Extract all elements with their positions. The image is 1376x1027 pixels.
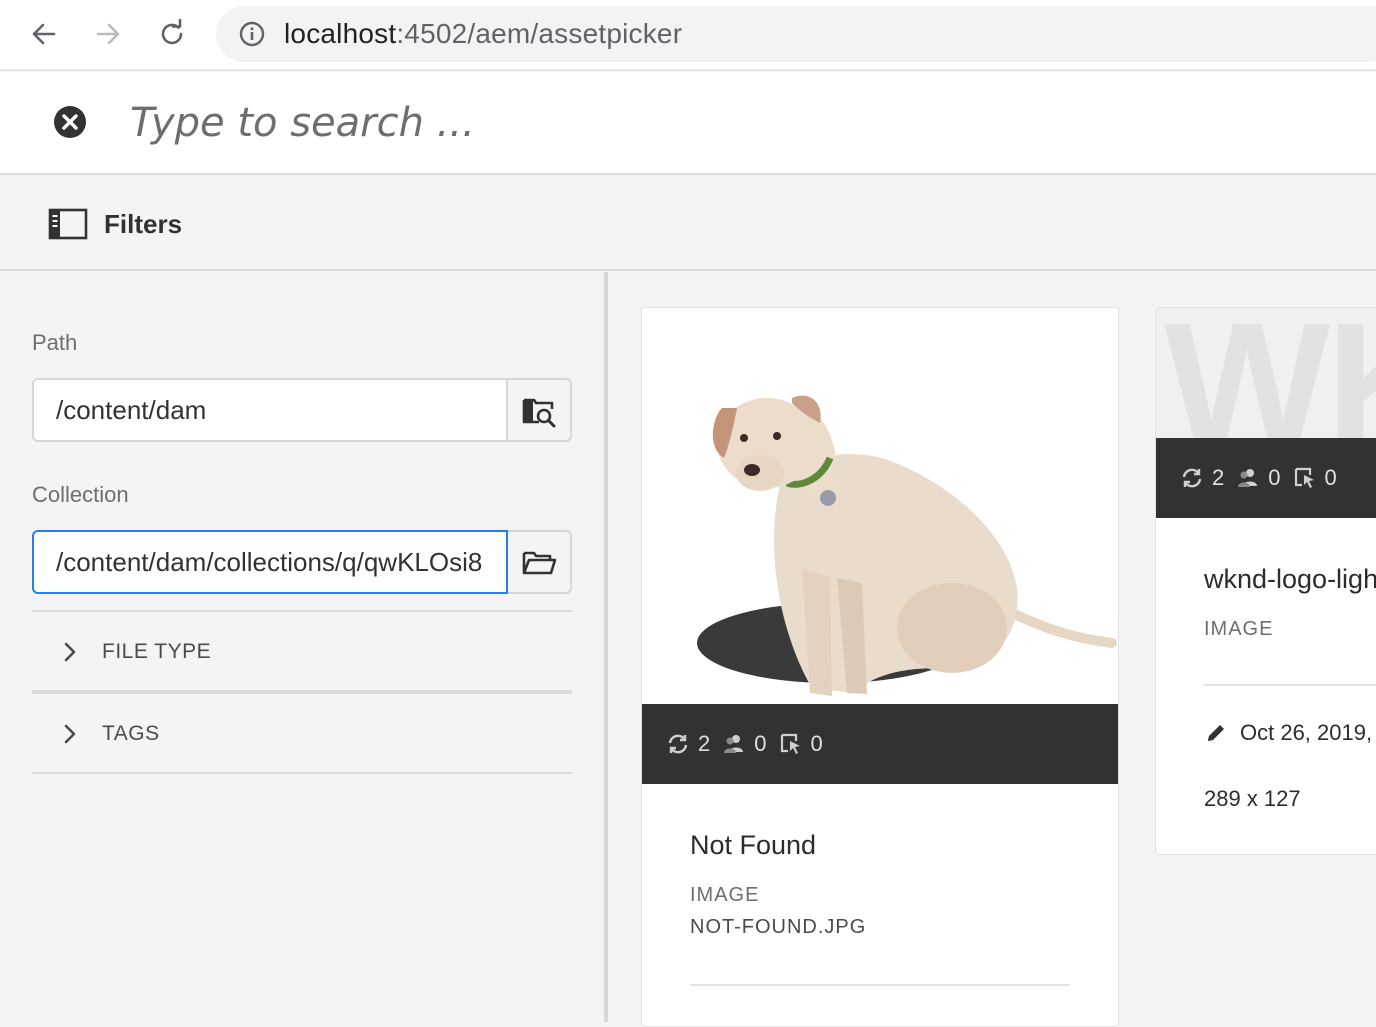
reload-icon	[161, 19, 183, 45]
asset-meta-bar: 2 0 0	[642, 704, 1118, 784]
arrow-right-icon	[96, 23, 120, 45]
path-label: Path	[32, 330, 78, 355]
close-circle-icon[interactable]	[52, 104, 88, 140]
asset-card[interactable]: 2 0 0 Not Found IMAGE NOT-FOUND.JPG	[641, 307, 1119, 1027]
accordion-file-type[interactable]: FILE TYPE	[32, 612, 572, 692]
collection-input[interactable]	[32, 530, 508, 594]
dog-image	[697, 395, 1117, 696]
info-icon[interactable]	[238, 20, 266, 48]
filters-label: Filters	[104, 208, 183, 239]
accordion-label: TAGS	[102, 722, 160, 745]
rail-divider	[604, 272, 608, 1022]
logo-watermark-text: WK	[1164, 308, 1376, 438]
pencil-icon	[1208, 725, 1224, 741]
references-count: 0	[1293, 465, 1337, 491]
card-divider	[690, 984, 1070, 986]
card-divider	[1204, 684, 1376, 686]
asset-filename: NOT-FOUND.JPG	[690, 916, 867, 938]
collection-label: Collection	[32, 482, 129, 507]
url-path: :4502/aem/assetpicker	[396, 18, 683, 49]
asset-thumbnail: WK	[1156, 308, 1376, 438]
accordion-label: FILE TYPE	[102, 640, 212, 663]
users-icon	[1238, 469, 1258, 487]
collection-field-group	[32, 530, 572, 594]
chevron-right-icon	[64, 724, 76, 744]
asset-dimensions: 289 x 127	[1204, 786, 1301, 811]
path-browse-button[interactable]	[508, 378, 572, 442]
shares-value: 0	[1268, 465, 1281, 490]
versions-count: 2	[666, 731, 710, 757]
reload-button[interactable]	[154, 16, 190, 52]
shares-count: 0	[722, 731, 767, 757]
back-button[interactable]	[26, 16, 62, 52]
asset-thumbnail	[642, 308, 1118, 704]
filter-rail: Path Collection FILE TYPE	[0, 272, 604, 1022]
references-value: 0	[810, 731, 823, 756]
asset-title: wknd-logo-ligh	[1204, 564, 1376, 594]
shares-count: 0	[1236, 465, 1281, 491]
reference-icon	[780, 733, 800, 754]
filters-toolbar: Filters	[0, 176, 1376, 271]
address-bar[interactable]: localhost:4502/aem/assetpicker	[216, 6, 1376, 62]
versions-value: 2	[1212, 465, 1225, 490]
asset-type: IMAGE	[690, 884, 760, 906]
shares-value: 0	[754, 731, 767, 756]
asset-meta-bar: 2 0 0	[1156, 438, 1376, 518]
folder-open-icon	[522, 551, 557, 575]
sync-icon	[1182, 468, 1202, 488]
accordion-tags[interactable]: TAGS	[32, 694, 572, 774]
url-text: localhost:4502/aem/assetpicker	[284, 18, 682, 50]
search-bar	[0, 72, 1376, 175]
path-input[interactable]	[32, 378, 508, 442]
path-field-group	[32, 378, 572, 442]
rail-toggle-icon	[48, 208, 88, 240]
users-icon	[724, 735, 744, 753]
url-host: localhost	[284, 18, 397, 49]
filters-toggle-button[interactable]: Filters	[48, 202, 182, 246]
asset-type: IMAGE	[1204, 618, 1274, 640]
asset-title: Not Found	[690, 830, 817, 860]
asset-date: Oct 26, 2019, 5	[1240, 720, 1376, 745]
arrow-left-icon	[32, 23, 56, 45]
divider	[32, 772, 572, 774]
forward-button[interactable]	[90, 16, 126, 52]
references-value: 0	[1324, 465, 1337, 490]
browser-toolbar: localhost:4502/aem/assetpicker	[0, 0, 1376, 71]
reference-icon	[1294, 467, 1314, 488]
asset-card[interactable]: WK 2 0 0 wknd-logo-ligh I	[1155, 307, 1376, 855]
versions-count: 2	[1180, 465, 1224, 491]
references-count: 0	[779, 731, 823, 757]
chevron-right-icon	[64, 642, 76, 662]
sync-icon	[668, 734, 688, 754]
folder-search-icon	[522, 398, 556, 428]
search-input[interactable]	[130, 90, 1330, 156]
collection-browse-button[interactable]	[508, 530, 572, 594]
asset-modified: Oct 26, 2019, 5	[1204, 720, 1376, 746]
versions-value: 2	[698, 731, 711, 756]
